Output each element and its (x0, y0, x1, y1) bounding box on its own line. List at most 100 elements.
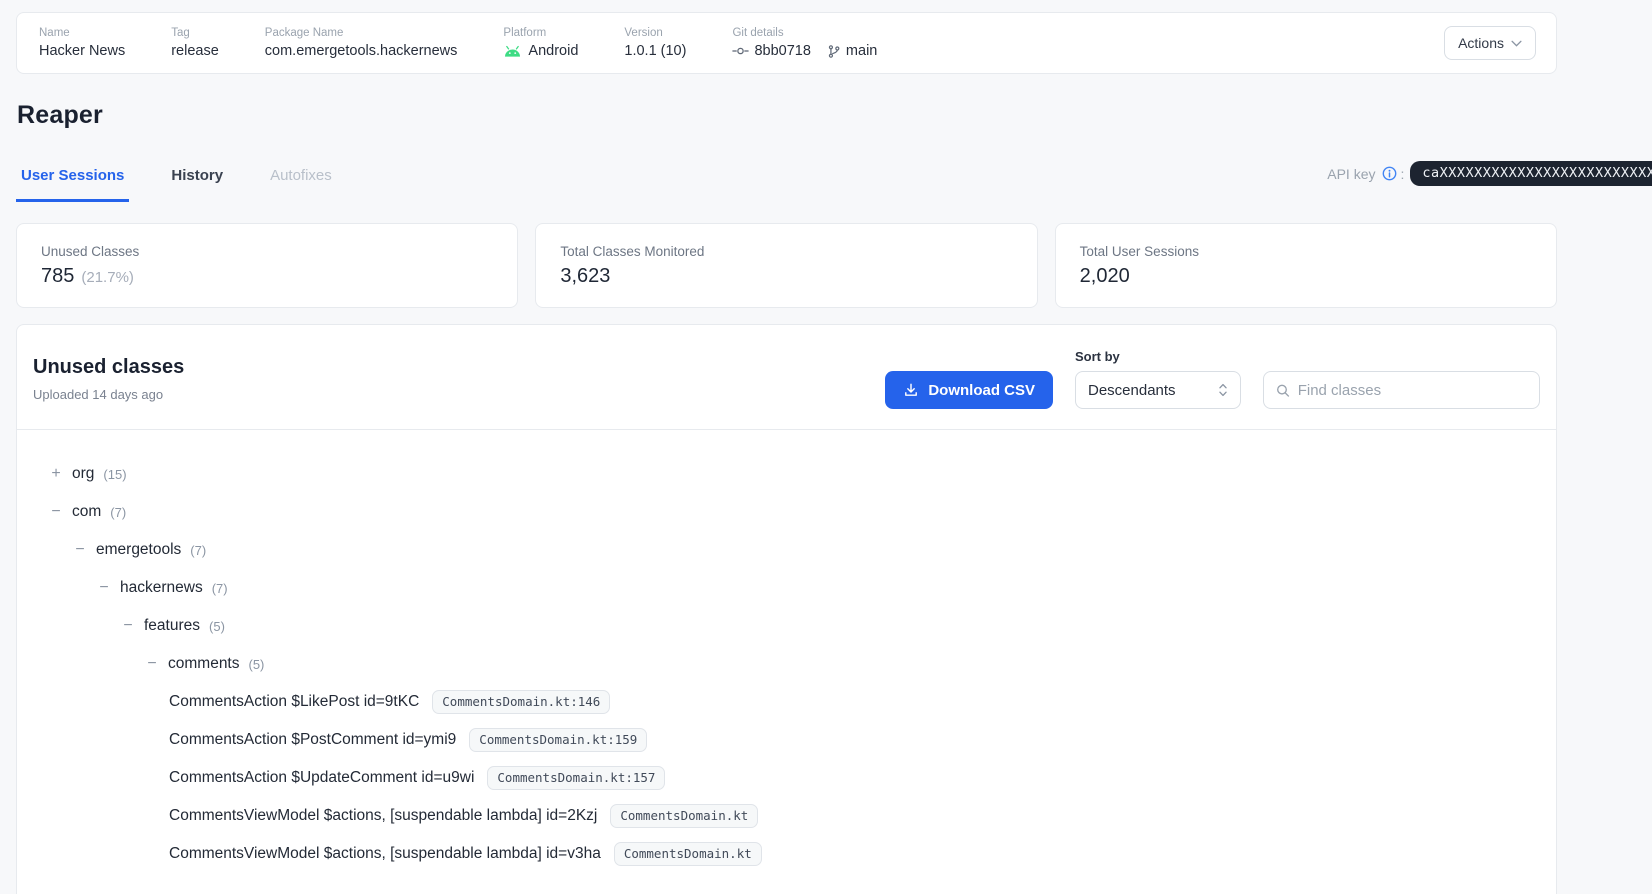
stat-value: 3,623 (560, 265, 610, 288)
collapse-toggle-icon[interactable]: − (49, 503, 63, 521)
stat-value: 785 (41, 265, 74, 288)
package-name: org (72, 465, 94, 483)
field-value: 1.0.1 (10) (624, 43, 686, 59)
build-info-field: Git details 8bb0718 main (732, 27, 877, 59)
build-info-bar: Name Hacker News Tag release Package Name com… (16, 12, 1557, 74)
panel-subtitle: Uploaded 14 days ago (33, 387, 184, 402)
panel-header: Unused classes Uploaded 14 days ago Down… (17, 325, 1556, 430)
tab-autofixes[interactable]: Autofixes (265, 167, 337, 202)
find-classes-search[interactable] (1263, 371, 1540, 409)
descendant-count: (15) (103, 467, 126, 482)
tree-leaf-row: CommentsAction $UpdateComment id=u9wi Com… (49, 759, 1540, 797)
git-branch: main (827, 43, 877, 59)
unused-classes-panel: Unused classes Uploaded 14 days ago Down… (16, 324, 1557, 894)
field-label: Name (39, 27, 125, 39)
android-icon (503, 45, 522, 58)
field-value: Hacker News (39, 43, 125, 59)
tabs-row: User SessionsHistoryAutofixes API key : … (16, 167, 1652, 202)
field-value-text: 1.0.1 (10) (624, 43, 686, 59)
class-name: CommentsAction $UpdateComment id=u9wi (169, 769, 474, 787)
stat-value-row: 3,623 (560, 265, 1012, 288)
package-name: com (72, 503, 101, 521)
class-name: CommentsViewModel $actions, [suspendable… (169, 845, 601, 863)
source-file-badge[interactable]: CommentsDomain.kt:159 (469, 728, 647, 752)
tabs-nav: User Sessions History Autofixes (16, 167, 337, 202)
actions-button-label: Actions (1458, 35, 1504, 51)
build-info-field: Name Hacker News (39, 27, 125, 59)
api-key-colon: : (1401, 166, 1405, 182)
tab-history[interactable]: History (166, 167, 228, 202)
git-details-values: 8bb0718 main (732, 43, 877, 59)
git-branch-name: main (846, 43, 877, 59)
api-key-group: API key : caXXXXXXXXXXXXXXXXXXXXXXXXXXXX… (1327, 161, 1652, 186)
search-input[interactable] (1298, 382, 1527, 399)
sort-select[interactable]: Descendants (1075, 371, 1241, 409)
download-csv-button[interactable]: Download CSV (885, 371, 1053, 409)
field-value-text: release (171, 43, 219, 59)
sort-select-value: Descendants (1088, 382, 1176, 399)
chevron-down-icon (1511, 40, 1522, 47)
field-value-text: Android (528, 43, 578, 59)
tree-leaf-row: CommentsViewModel $actions, [suspendable… (49, 835, 1540, 873)
download-icon (903, 382, 919, 398)
tree-leaf-row: CommentsAction $LikePost id=9tKCComments… (49, 683, 1540, 721)
descendant-count: (5) (209, 619, 225, 634)
tree-leaf-row: CommentsAction $PostComment id=ymi9 Comme… (49, 721, 1540, 759)
sort-by-label: Sort by (1075, 349, 1241, 364)
build-info-field: Platform Android (503, 27, 578, 59)
source-file-badge[interactable]: CommentsDomain.kt:146 (432, 690, 610, 714)
field-value-text: com.emergetools.hackernews (265, 43, 458, 59)
page-title: Reaper (17, 101, 1652, 130)
descendant-count: (5) (249, 657, 265, 672)
collapse-toggle-icon[interactable]: − (121, 617, 135, 635)
panel-title: Unused classes (33, 356, 184, 379)
field-value: Android (503, 43, 578, 59)
api-key-value[interactable]: caXXXXXXXXXXXXXXXXXXXXXXXXXXXXXXXXXX (1410, 161, 1652, 186)
collapse-toggle-icon[interactable]: − (97, 579, 111, 597)
stat-label: Total User Sessions (1080, 244, 1532, 259)
stat-card: Unused Classes785(21.7%) (16, 223, 518, 308)
git-commit-hash: 8bb0718 (754, 43, 810, 59)
class-tree: +org(15)−com(7)−emergetools(7)−hackernew… (17, 430, 1556, 894)
stat-card: Total Classes Monitored3,623 (535, 223, 1037, 308)
tree-branch-row: −features (5) (49, 607, 1540, 645)
package-name: features (144, 617, 200, 635)
field-label: Tag (171, 27, 219, 39)
stats-row: Unused Classes785(21.7%)Total Classes Mo… (16, 223, 1557, 308)
select-chevrons-icon (1218, 383, 1228, 397)
search-icon (1276, 383, 1290, 398)
build-info-field: Package Name com.emergetools.hackernews (265, 27, 458, 59)
collapse-toggle-icon[interactable]: − (73, 541, 87, 559)
expand-toggle-icon[interactable]: + (49, 465, 63, 483)
api-key-label: API key (1327, 166, 1375, 182)
download-csv-label: Download CSV (928, 382, 1035, 399)
package-name: comments (168, 655, 240, 673)
source-file-badge[interactable]: CommentsDomain.kt (610, 804, 758, 828)
stat-value-row: 2,020 (1080, 265, 1532, 288)
build-info-field: Version 1.0.1 (10) (624, 27, 686, 59)
field-label: Version (624, 27, 686, 39)
tree-branch-row: + org (15) (49, 455, 1540, 493)
source-file-badge[interactable]: CommentsDomain.kt:157 (487, 766, 665, 790)
stat-value-row: 785 (21.7%) (41, 265, 493, 288)
git-branch-icon (827, 44, 841, 59)
class-name: CommentsViewModel $actions, [suspendable… (169, 807, 597, 825)
tree-branch-row: −emergetools(7) (49, 531, 1540, 569)
stat-value: 2,020 (1080, 265, 1130, 288)
collapse-toggle-icon[interactable]: − (145, 655, 159, 673)
tab-user-sessions[interactable]: User Sessions (16, 167, 129, 202)
field-label: Platform (503, 27, 578, 39)
field-label: Package Name (265, 27, 458, 39)
field-value: 8bb0718 main (732, 43, 877, 59)
tree-branch-row: −hackernews(7) (49, 569, 1540, 607)
field-value: release (171, 43, 219, 59)
actions-button[interactable]: Actions (1444, 26, 1536, 60)
descendant-count: (7) (212, 581, 228, 596)
info-icon[interactable] (1382, 166, 1397, 181)
class-name: CommentsAction $PostComment id=ymi9 (169, 731, 456, 749)
panel-controls: Download CSV Sort by Descendants (885, 349, 1540, 409)
sort-group: Sort by Descendants (1075, 349, 1241, 409)
stat-suffix: (21.7%) (81, 269, 134, 286)
source-file-badge[interactable]: CommentsDomain.kt (614, 842, 762, 866)
git-commit: 8bb0718 (732, 43, 810, 59)
